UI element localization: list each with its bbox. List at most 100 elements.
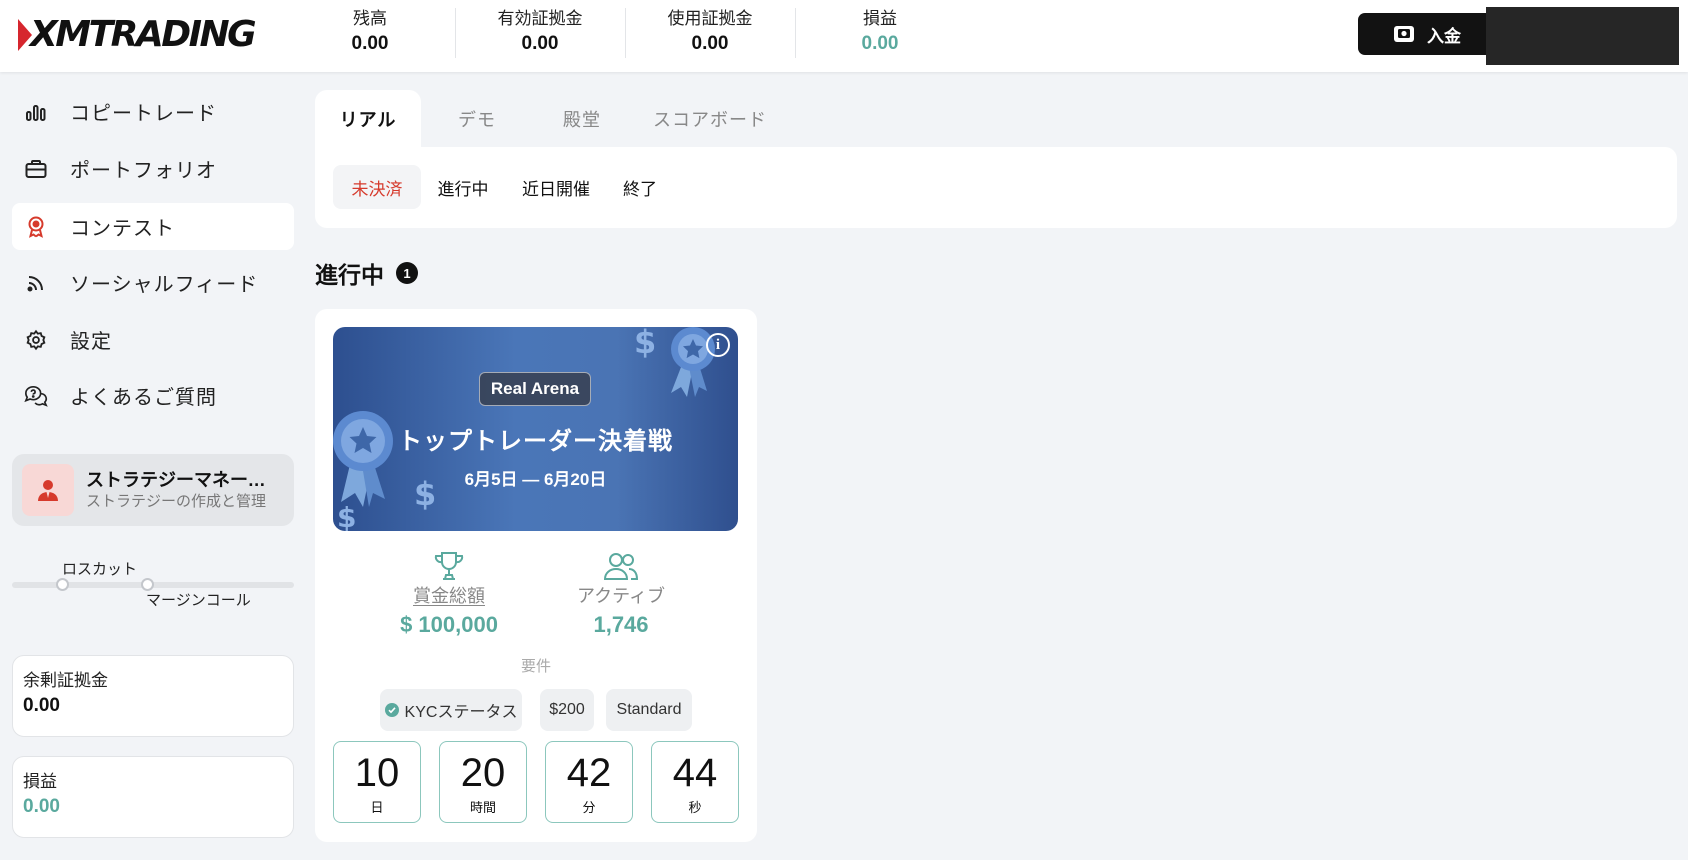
subtabs-bar: 未決済 進行中 近日開催 終了: [315, 147, 1677, 228]
requirement-text: KYCステータス: [404, 704, 518, 721]
trophy-icon: [379, 549, 519, 583]
sidebar-item-social-feed[interactable]: ソーシャルフィード: [12, 259, 294, 306]
equity-stat: 有効証拠金 0.00: [455, 8, 625, 58]
dollar-icon: $: [634, 327, 656, 361]
sidebar-item-contest[interactable]: コンテスト: [12, 203, 294, 250]
sidebar-item-label: よくあるご質問: [70, 387, 217, 409]
logo-text: XMTRADING: [30, 14, 257, 55]
account-type-requirement-chip: Standard: [606, 689, 692, 731]
strategy-manager-subtitle: ストラテジーの作成と管理: [86, 493, 267, 510]
countdown-minutes: 42 分: [545, 741, 633, 823]
users-icon: [551, 549, 691, 583]
stat-value: 0.00: [691, 33, 729, 54]
stat-label: 使用証拠金: [667, 9, 753, 28]
info-icon[interactable]: i: [706, 333, 730, 357]
sidebar-item-portfolio[interactable]: ポートフォリオ: [12, 145, 294, 192]
strategy-manager-title: ストラテジーマネージャー: [86, 470, 282, 490]
deposit-button[interactable]: 入金: [1358, 13, 1496, 55]
contest-tabs: リアル デモ 殿堂 スコアボード 未決済 進行中 近日開催 終了: [315, 90, 1677, 228]
free-margin-card: 余剰証拠金 0.00: [12, 655, 294, 737]
kyc-requirement-chip: KYCステータス: [380, 689, 522, 731]
sidebar-item-label: ソーシャルフィード: [70, 274, 259, 296]
bar-chart-icon: [24, 100, 48, 124]
countdown-unit: 秒: [688, 800, 702, 815]
prize-metric: 賞金総額 $ 100,000: [379, 549, 519, 641]
award-icon: [24, 215, 48, 239]
countdown-unit: 時間: [469, 800, 496, 815]
countdown-value: 20: [460, 751, 506, 795]
sidebar-item-label: 設定: [70, 331, 112, 353]
briefcase-icon: [24, 157, 48, 181]
deposit-label: 入金: [1427, 26, 1461, 46]
gear-icon: [24, 328, 48, 352]
requirements-label: 要件: [520, 658, 551, 675]
subtab-upcoming[interactable]: 近日開催: [509, 165, 603, 209]
section-title: 進行中: [315, 262, 384, 288]
tab-demo[interactable]: デモ: [427, 90, 527, 147]
stat-value: 0.00: [861, 33, 899, 54]
chat-question-icon: [24, 384, 48, 408]
countdown-seconds: 44 秒: [651, 741, 739, 823]
used-margin-stat: 使用証拠金 0.00: [625, 8, 795, 58]
stat-value: 0.00: [521, 33, 559, 54]
balance-stat: 残高 0.00: [285, 8, 455, 58]
free-margin-label: 余剰証拠金: [23, 671, 108, 690]
stat-label: 有効証拠金: [497, 9, 583, 28]
pnl-card: 損益 0.00: [12, 756, 294, 838]
strategy-manager-card[interactable]: ストラテジーマネージャー ストラテジーの作成と管理: [12, 454, 294, 526]
stop-out-marker: [56, 578, 69, 591]
section-heading: 進行中 1: [315, 256, 418, 290]
xm-logo[interactable]: XMTRADING: [18, 14, 257, 55]
sidebar-item-label: ポートフォリオ: [70, 160, 217, 182]
sidebar-item-copy-trade[interactable]: コピートレード: [12, 88, 294, 135]
requirement-text: $200: [549, 701, 585, 718]
stat-label: 損益: [863, 9, 897, 28]
subtab-open[interactable]: 未決済: [333, 165, 421, 209]
sidebar-item-faq[interactable]: よくあるご質問: [12, 372, 294, 419]
subtab-in-progress[interactable]: 進行中: [423, 165, 503, 209]
deposit-requirement-chip: $200: [540, 689, 594, 731]
wallet-icon: [1393, 24, 1415, 44]
contest-title: トップトレーダー決着戦: [398, 428, 673, 455]
tab-hall-of-fame[interactable]: 殿堂: [527, 90, 637, 147]
countdown-value: 44: [672, 751, 718, 795]
stat-value: 0.00: [351, 33, 389, 54]
top-header: XMTRADING 残高 0.00 有効証拠金 0.00 使用証拠金 0.00 …: [0, 0, 1688, 72]
count-badge: 1: [396, 262, 418, 284]
contest-card: $ $ $ Real Arena トップトレーダー決着戦 6月5日 ― 6月20…: [315, 309, 757, 842]
margin-call-label: マージンコール: [146, 592, 251, 609]
prize-label[interactable]: 賞金総額: [379, 583, 519, 609]
requirement-text: Standard: [616, 701, 682, 718]
sidebar-item-label: コンテスト: [70, 218, 175, 240]
countdown-value: 10: [354, 751, 400, 795]
active-value: 1,746: [593, 612, 649, 637]
account-menu[interactable]: [1486, 7, 1679, 65]
subtab-finished[interactable]: 終了: [607, 165, 673, 209]
prize-value: $ 100,000: [400, 612, 498, 637]
sidebar-item-settings[interactable]: 設定: [12, 316, 294, 363]
active-metric: アクティブ 1,746: [551, 549, 691, 641]
stat-label: 残高: [353, 9, 387, 28]
pnl-label: 損益: [23, 772, 57, 791]
countdown-value: 42: [566, 751, 612, 795]
check-icon: [384, 703, 399, 717]
contest-dates: 6月5日 ― 6月20日: [464, 470, 607, 489]
contest-tag: Real Arena: [479, 372, 591, 406]
contest-banner[interactable]: $ $ $ Real Arena トップトレーダー決着戦 6月5日 ― 6月20…: [333, 327, 738, 531]
stop-out-label: ロスカット: [62, 561, 138, 578]
countdown-hours: 20 時間: [439, 741, 527, 823]
tab-real[interactable]: リアル: [315, 90, 421, 147]
svg-text:$: $: [634, 327, 656, 361]
countdown-unit: 日: [370, 800, 384, 815]
dollar-icon: $: [337, 501, 356, 531]
rss-icon: [24, 271, 48, 295]
tab-scoreboard[interactable]: スコアボード: [637, 90, 783, 147]
free-margin-value: 0.00: [23, 695, 60, 716]
active-label: アクティブ: [576, 586, 666, 606]
countdown-days: 10 日: [333, 741, 421, 823]
sidebar-item-label: コピートレード: [70, 103, 217, 125]
pnl-stat: 損益 0.00: [795, 8, 965, 58]
pnl-value: 0.00: [23, 796, 60, 817]
svg-text:$: $: [337, 501, 356, 531]
manager-avatar: [22, 464, 74, 516]
